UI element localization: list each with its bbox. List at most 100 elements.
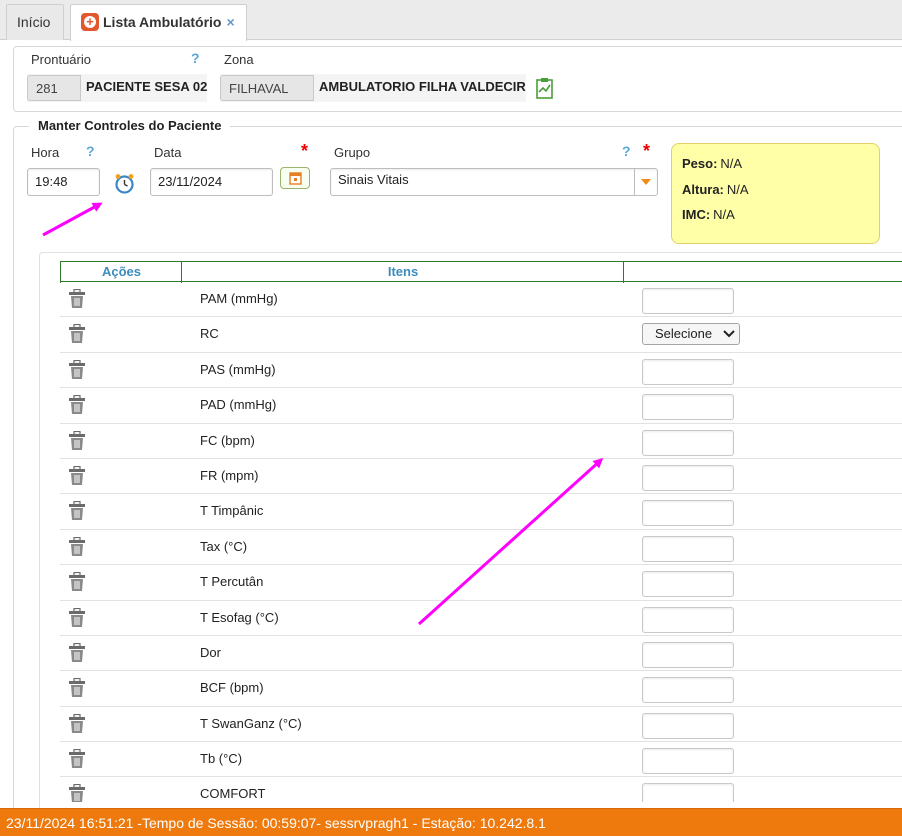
item-value-input[interactable] <box>642 712 734 739</box>
item-value-input[interactable] <box>642 429 734 456</box>
items-table-header: Ações Itens <box>60 261 902 283</box>
select-value: Selecione <box>655 326 713 342</box>
table-row: FC (bpm) <box>60 424 902 459</box>
imc-label: IMC: <box>682 207 711 222</box>
header-valor <box>623 262 902 283</box>
chevron-down-icon[interactable] <box>634 169 658 195</box>
alarm-clock-icon[interactable] <box>114 173 135 194</box>
trash-icon[interactable] <box>68 359 86 380</box>
item-label: COMFORT <box>200 786 266 802</box>
data-input[interactable]: 23/11/2024 <box>150 168 273 196</box>
item-value-input[interactable] <box>642 500 734 527</box>
anthropometry-box: Peso: N/A Altura: N/A IMC: N/A <box>671 143 880 244</box>
tab-inicio[interactable]: Início <box>6 4 64 40</box>
item-label: BCF (bpm) <box>200 680 264 696</box>
hora-input[interactable]: 19:48 <box>27 168 100 196</box>
grupo-select[interactable]: Sinais Vitais <box>330 168 658 196</box>
trash-icon[interactable] <box>68 395 86 415</box>
item-label: RC <box>200 326 219 342</box>
item-label: PAS (mmHg) <box>200 361 276 377</box>
item-value-input[interactable] <box>642 571 734 598</box>
hora-label: Hora <box>31 145 60 160</box>
trash-icon[interactable] <box>68 501 86 521</box>
trash-icon[interactable] <box>68 713 86 734</box>
data-required-mark: * <box>301 141 309 161</box>
table-row: PAS (mmHg) <box>60 353 902 389</box>
peso-label: Peso: <box>682 156 718 171</box>
trash-icon[interactable] <box>68 430 86 451</box>
altura-line: Altura: N/A <box>682 182 879 208</box>
item-value-input[interactable] <box>642 464 734 491</box>
controls-legend: Manter Controles do Paciente <box>29 116 231 136</box>
imc-value: N/A <box>713 207 735 222</box>
prontuario-label: Prontuário <box>31 52 91 67</box>
table-row: T Esofag (°C) <box>60 601 902 636</box>
chart-document-icon[interactable] <box>535 77 555 99</box>
item-label: PAM (mmHg) <box>200 291 278 306</box>
item-value-input[interactable] <box>642 288 734 314</box>
header-itens: Itens <box>181 262 624 283</box>
grupo-label: Grupo <box>334 145 371 160</box>
hora-help-icon[interactable]: ? <box>86 143 95 159</box>
prontuario-id: 281 <box>27 75 81 101</box>
item-label: T Percutân <box>200 574 264 590</box>
trash-icon[interactable] <box>68 642 86 663</box>
item-value-input[interactable] <box>642 677 734 704</box>
zona-label: Zona <box>224 52 254 67</box>
item-value-select[interactable]: Selecione <box>642 323 740 346</box>
trash-icon[interactable] <box>68 678 86 698</box>
patient-name: PACIENTE SESA 02 <box>86 79 208 94</box>
trash-icon[interactable] <box>68 324 86 344</box>
table-row: T SwanGanz (°C) <box>60 707 902 743</box>
item-value-input[interactable] <box>642 606 734 633</box>
peso-line: Peso: N/A <box>682 156 879 182</box>
tab-lista-ambulatorio[interactable]: Lista Ambulatório × <box>70 4 247 41</box>
altura-label: Altura: <box>682 181 724 197</box>
header-acoes: Ações <box>60 262 182 283</box>
chevron-down-icon <box>723 330 735 338</box>
table-row: T Percutân <box>60 565 902 601</box>
table-row: PAM (mmHg) <box>60 282 902 318</box>
item-value-input[interactable] <box>642 535 734 562</box>
item-value-input[interactable] <box>642 358 734 385</box>
item-label: Dor <box>200 644 221 660</box>
trash-icon[interactable] <box>68 572 86 592</box>
zona-name: AMBULATORIO FILHA VALDECIR <box>319 79 526 94</box>
altura-value: N/A <box>726 181 749 197</box>
item-label: FC (bpm) <box>200 432 255 448</box>
table-row: PAD (mmHg) <box>60 388 902 424</box>
table-row: T Timpânic <box>60 494 902 530</box>
close-icon[interactable]: × <box>227 14 235 30</box>
tab-bar: Início Lista Ambulatório × <box>0 0 902 41</box>
tab-inicio-label: Início <box>17 14 51 30</box>
prontuario-help-icon[interactable]: ? <box>191 50 200 66</box>
trash-icon[interactable] <box>68 289 86 309</box>
data-label: Data <box>154 145 182 160</box>
trash-icon[interactable] <box>68 784 86 802</box>
zona-code: FILHAVAL <box>220 75 314 101</box>
trash-icon[interactable] <box>68 607 86 628</box>
item-label: T Esofag (°C) <box>200 609 279 625</box>
trash-icon[interactable] <box>68 536 86 557</box>
item-label: T Timpânic <box>200 503 264 519</box>
table-row: Tb (°C) <box>60 742 902 778</box>
item-label: FR (mpm) <box>200 467 259 483</box>
item-value-input[interactable] <box>642 748 734 775</box>
item-value-input[interactable] <box>642 394 734 421</box>
item-label: Tb (°C) <box>200 751 243 767</box>
grupo-required-mark: * <box>643 141 651 161</box>
calendar-button[interactable] <box>280 167 310 189</box>
calendar-icon <box>289 172 302 185</box>
item-value-input[interactable] <box>642 641 734 668</box>
table-row: BCF (bpm) <box>60 671 902 707</box>
imc-line: IMC: N/A <box>682 207 879 233</box>
status-bar: 23/11/2024 16:51:21 -Tempo de Sessão: 00… <box>0 808 902 836</box>
trash-icon[interactable] <box>68 749 86 769</box>
item-label: PAD (mmHg) <box>200 397 277 413</box>
item-value-input[interactable] <box>642 783 734 802</box>
grupo-help-icon[interactable]: ? <box>622 143 631 159</box>
trash-icon[interactable] <box>68 465 86 486</box>
item-label: Tax (°C) <box>200 538 248 554</box>
peso-value: N/A <box>720 156 743 171</box>
table-row: Tax (°C) <box>60 530 902 566</box>
